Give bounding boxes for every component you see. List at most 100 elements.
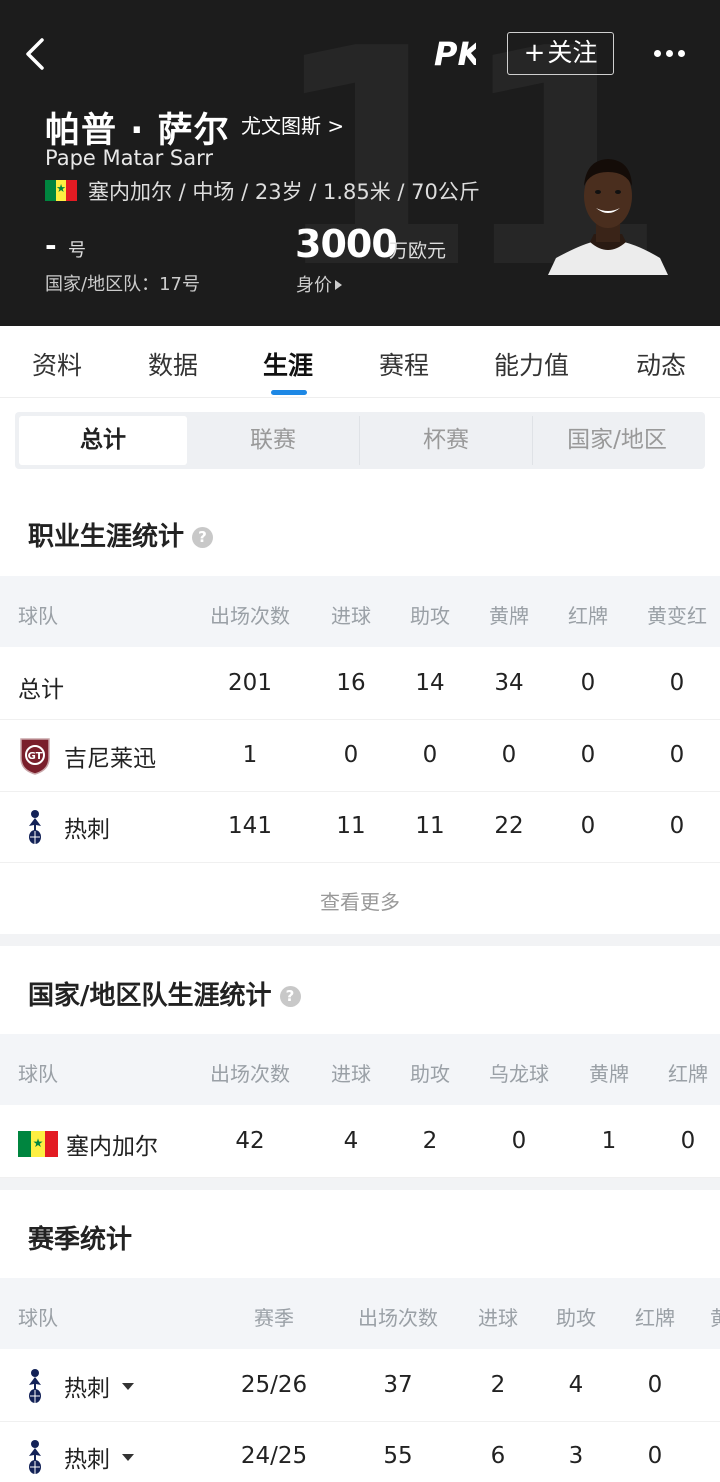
tab-data[interactable]: 数据 [148, 346, 198, 382]
tab-career[interactable]: 生涯 [263, 346, 313, 382]
more-options-icon[interactable] [654, 42, 694, 62]
team-cell: ★ 塞内加尔 [18, 1124, 158, 1164]
market-value: 3000 [295, 222, 398, 266]
table-row[interactable]: 热刺 141 11 11 22 0 0 [0, 791, 720, 863]
player-english-name: Pape Matar Sarr [45, 146, 214, 170]
red-cards: 0 [580, 670, 596, 696]
col-yellow-clipped: 黄 [710, 1302, 720, 1331]
follow-label: 关注 [547, 38, 598, 67]
team-cell[interactable]: 热刺 [18, 1437, 134, 1477]
col-second-yellow: 黄变红 [647, 604, 707, 628]
team-name: 热刺 [64, 1447, 110, 1473]
season-table-header: 球队 赛季 出场次数 进球 助攻 红牌 黄 [0, 1278, 720, 1349]
red-cards: 0 [580, 813, 596, 839]
player-info: 塞内加尔 / 中场 / 23岁 / 1.85米 / 70公斤 [88, 180, 480, 204]
red-cards: 0 [647, 1372, 663, 1398]
appearances: 1 [242, 742, 258, 768]
career-section-title: 职业生涯统计? [28, 516, 214, 553]
col-team: 球队 [18, 1062, 58, 1086]
table-row[interactable]: 热刺 25/26 37 2 4 0 [0, 1350, 720, 1422]
tab-schedule[interactable]: 赛程 [379, 346, 429, 382]
team-name: 塞内加尔 [66, 1134, 158, 1160]
col-goals: 进球 [331, 1062, 371, 1086]
back-arrow-icon[interactable] [18, 34, 54, 74]
national-title-text: 国家/地区队生涯统计 [28, 981, 272, 1011]
yellow-cards: 1 [601, 1128, 617, 1154]
team-name: 热刺 [64, 1376, 110, 1402]
market-value-label: 身价 [296, 275, 332, 296]
assists: 11 [415, 813, 445, 839]
national-team-number: 国家/地区队：17号 [45, 274, 200, 295]
col-team: 球队 [18, 1306, 58, 1330]
appearances: 37 [383, 1372, 413, 1398]
dropdown-caret-icon[interactable] [122, 1453, 134, 1461]
senegal-flag-icon: ★ [18, 1131, 58, 1157]
segment-league[interactable]: 联赛 [187, 416, 359, 465]
col-goals: 进球 [331, 604, 371, 628]
yellow-cards: 34 [494, 670, 524, 696]
red-cards: 0 [680, 1128, 696, 1154]
goals: 11 [336, 813, 366, 839]
col-assists: 助攻 [556, 1306, 596, 1330]
assists: 3 [568, 1443, 584, 1469]
help-icon[interactable]: ? [192, 527, 214, 548]
market-value-unit: 万欧元 [389, 240, 447, 262]
team-cell: GT 吉尼莱迅 [18, 736, 156, 776]
season: 25/26 [240, 1372, 308, 1398]
national-section-title: 国家/地区队生涯统计? [28, 975, 301, 1012]
tottenham-crest-icon [29, 1440, 41, 1474]
section-divider [0, 934, 720, 946]
goals: 0 [343, 742, 359, 768]
col-assists: 助攻 [410, 604, 450, 628]
triangle-right-icon [335, 280, 342, 290]
col-season: 赛季 [254, 1306, 294, 1330]
col-yellow: 黄牌 [489, 604, 529, 628]
team-name: 总计 [18, 677, 64, 703]
table-row[interactable]: GT 吉尼莱迅 1 0 0 0 0 0 [0, 720, 720, 792]
assists: 14 [415, 670, 445, 696]
tab-profile[interactable]: 资料 [32, 346, 82, 382]
col-red: 红牌 [635, 1306, 675, 1330]
appearances: 141 [228, 813, 272, 839]
tottenham-crest-icon [29, 1369, 41, 1403]
red-cards: 0 [647, 1443, 663, 1469]
assists: 0 [422, 742, 438, 768]
main-tabs: 资料 数据 生涯 赛程 能力值 动态 [0, 326, 720, 398]
pk-logo-icon[interactable]: PK [432, 32, 476, 72]
help-icon[interactable]: ? [279, 986, 301, 1007]
market-value-link[interactable]: 身价 [296, 271, 342, 297]
segment-total[interactable]: 总计 [19, 416, 187, 465]
col-red: 红牌 [668, 1062, 708, 1086]
season: 24/25 [240, 1443, 308, 1469]
competition-filter: 总计 联赛 杯赛 国家/地区 [15, 412, 705, 469]
tottenham-crest-icon [29, 810, 41, 844]
col-appearances: 出场次数 [210, 1062, 290, 1086]
own-goals: 0 [511, 1128, 527, 1154]
segment-cup[interactable]: 杯赛 [360, 416, 532, 465]
dropdown-caret-icon[interactable] [122, 1382, 134, 1390]
table-row[interactable]: 总计 201 16 14 34 0 0 [0, 648, 720, 720]
yellow-cards: 22 [494, 813, 524, 839]
team-cell[interactable]: 热刺 [18, 1366, 134, 1406]
col-assists: 助攻 [410, 1062, 450, 1086]
col-yellow: 黄牌 [589, 1062, 629, 1086]
follow-button[interactable]: +关注 [507, 32, 614, 75]
col-red: 红牌 [568, 604, 608, 628]
tab-news[interactable]: 动态 [636, 346, 686, 382]
player-header: 11 PK +关注 帕普 · 萨尔 尤文图斯 > Pape Matar Sarr… [0, 0, 720, 326]
assists: 2 [422, 1128, 438, 1154]
shirt-number-unit: 号 [68, 240, 86, 261]
table-row[interactable]: 热刺 24/25 55 6 3 0 [0, 1421, 720, 1482]
tab-ability[interactable]: 能力值 [494, 346, 569, 382]
goals: 2 [490, 1372, 506, 1398]
svg-text:GT: GT [28, 751, 43, 762]
player-club-link[interactable]: 尤文图斯 > [241, 110, 344, 139]
table-row[interactable]: ★ 塞内加尔 42 4 2 0 1 0 [0, 1106, 720, 1178]
segment-national[interactable]: 国家/地区 [533, 416, 701, 465]
active-tab-indicator [271, 390, 307, 395]
yellow-cards: 0 [501, 742, 517, 768]
team-name: 热刺 [64, 817, 110, 843]
appearances: 201 [228, 670, 272, 696]
plus-icon: + [523, 38, 546, 68]
view-more-link[interactable]: 查看更多 [0, 886, 720, 915]
